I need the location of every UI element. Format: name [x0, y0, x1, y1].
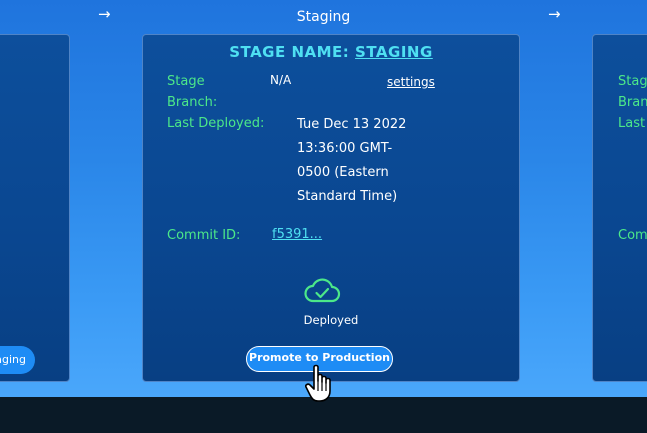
stage-branch-label: Stage Branch: — [167, 71, 217, 113]
branch-label: Branc — [618, 95, 647, 110]
last-deployed-line: Standard Time) — [297, 189, 398, 204]
stage-branch-label-line2: Branch: — [167, 95, 218, 110]
arrow-right-icon: → — [548, 5, 561, 23]
last-deployed-value: Tue Dec 13 2022 13:36:00 GMT- 0500 (East… — [297, 113, 406, 209]
hand-pointer-icon — [305, 364, 331, 402]
commit-id-label: Commit ID: — [167, 228, 241, 243]
settings-link[interactable]: settings — [387, 75, 435, 89]
card-title-prefix: STAGE NAME: — [229, 43, 350, 61]
deploy-status-text: Deployed — [303, 313, 359, 327]
last-deployed-line: 13:36:00 GMT- — [297, 141, 393, 156]
previous-stage-card: aging — [0, 34, 70, 382]
last-deployed-label: Last Deployed: — [167, 116, 265, 131]
last-deployed-label: Last — [618, 116, 646, 131]
next-stage-card: Stag Branc Last Comm — [592, 34, 647, 382]
previous-stage-button[interactable]: aging — [0, 346, 35, 374]
stage-name-link[interactable]: STAGING — [355, 43, 433, 61]
stage-branch-label-line1: Stage — [167, 74, 205, 89]
stage-label: Stag — [618, 74, 647, 89]
stage-card-staging: STAGE NAME: STAGING Stage Branch: N/A se… — [142, 34, 520, 382]
last-deployed-line: 0500 (Eastern — [297, 165, 389, 180]
commit-label: Comm — [618, 228, 647, 243]
cloud-check-icon — [304, 278, 341, 303]
commit-id-link[interactable]: f5391... — [272, 227, 322, 242]
stage-branch-value: N/A — [270, 73, 292, 87]
card-title: STAGE NAME: STAGING — [143, 43, 519, 61]
last-deployed-line: Tue Dec 13 2022 — [297, 117, 407, 132]
